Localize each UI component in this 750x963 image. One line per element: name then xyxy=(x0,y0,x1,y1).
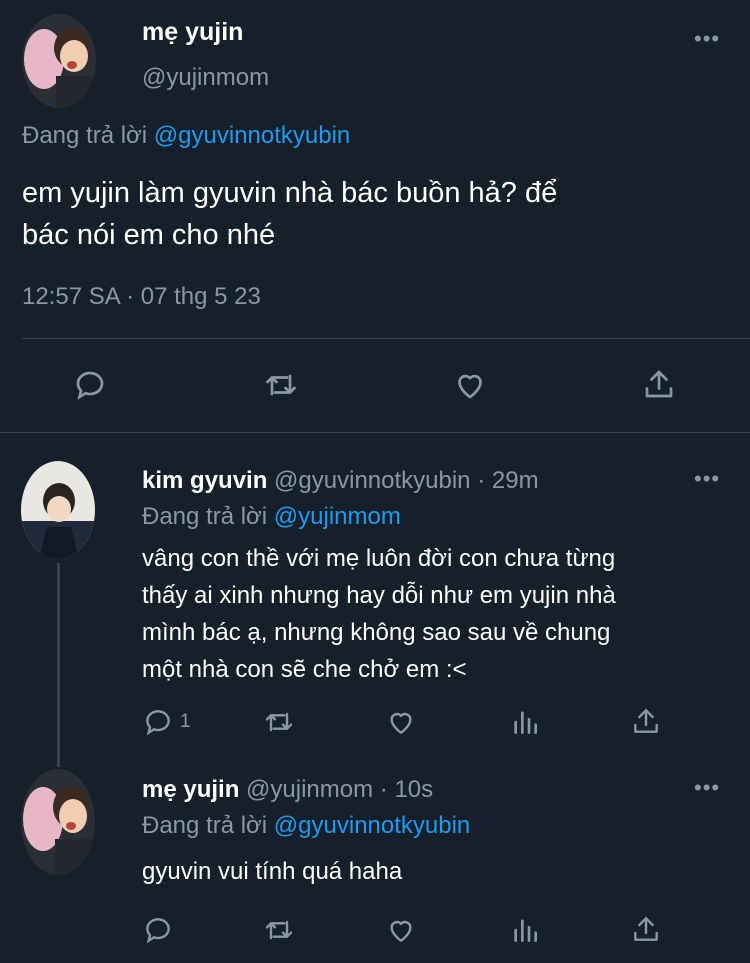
retweet-icon[interactable] xyxy=(262,914,296,946)
reply1-text-line: mình bác ạ, nhưng không sao sau về chung xyxy=(142,619,611,646)
reply2-text-line: gyuvin vui tính quá haha xyxy=(142,858,403,885)
divider xyxy=(22,338,750,339)
reply1-text: vâng con thề với mẹ luôn đời con chưa từ… xyxy=(142,540,616,688)
reply2-header: mẹ yujin @yujinmom · 10s xyxy=(142,776,433,804)
reply1-text-line: thấy ai xinh nhưng hay dỗi như em yujin … xyxy=(142,582,616,609)
more-icon[interactable]: ••• xyxy=(694,468,720,490)
retweet-icon[interactable] xyxy=(262,367,300,403)
analytics-icon[interactable] xyxy=(509,706,541,738)
more-icon[interactable]: ••• xyxy=(694,28,720,50)
main-text-line: bác nói em cho nhé xyxy=(22,219,276,251)
replying-to-link[interactable]: @yujinmom xyxy=(274,503,401,530)
share-icon[interactable] xyxy=(630,912,662,946)
reply1-separator: · xyxy=(477,467,486,494)
reply-icon[interactable] xyxy=(142,706,174,738)
date-text[interactable]: 07 thg 5 23 xyxy=(141,283,261,310)
reply2-text: gyuvin vui tính quá haha xyxy=(142,856,402,888)
divider xyxy=(0,432,750,433)
reply2-age[interactable]: 10s xyxy=(394,776,433,803)
avatar-gyuvin[interactable] xyxy=(21,461,95,559)
more-icon[interactable]: ••• xyxy=(694,777,720,799)
main-tweet-text: em yujin làm gyuvin nhà bác buồn hả? để … xyxy=(22,172,557,256)
time-text[interactable]: 12:57 SA xyxy=(22,283,119,310)
reply1-display-name[interactable]: kim gyuvin xyxy=(142,467,267,494)
reply1-text-line: một nhà con sẽ che chở em :< xyxy=(142,656,467,683)
like-icon[interactable] xyxy=(385,706,417,738)
reply1-replying-to: Đang trả lời @yujinmom xyxy=(142,503,401,531)
reply2-display-name[interactable]: mẹ yujin xyxy=(142,776,239,803)
share-icon[interactable] xyxy=(641,365,677,403)
replying-prefix: Đang trả lời xyxy=(142,503,268,530)
replying-prefix: Đang trả lời xyxy=(142,812,268,839)
main-handle[interactable]: @yujinmom xyxy=(142,64,269,92)
reply2-separator: · xyxy=(379,776,388,803)
time-separator: · xyxy=(126,283,135,310)
reply1-text-line: vâng con thề với mẹ luôn đời con chưa từ… xyxy=(142,545,616,572)
replying-to-link[interactable]: @gyuvinnotkyubin xyxy=(154,122,350,149)
like-icon[interactable] xyxy=(385,914,417,946)
replying-to-link[interactable]: @gyuvinnotkyubin xyxy=(274,812,470,839)
avatar-yujinmom[interactable] xyxy=(22,14,96,108)
reply2-handle[interactable]: @yujinmom xyxy=(246,776,373,803)
reply-icon[interactable] xyxy=(72,367,108,403)
like-icon[interactable] xyxy=(452,367,488,403)
main-text-line: em yujin làm gyuvin nhà bác buồn hả? để xyxy=(22,177,558,209)
retweet-icon[interactable] xyxy=(262,706,296,738)
reply2-replying-to: Đang trả lời @gyuvinnotkyubin xyxy=(142,812,470,840)
main-display-name[interactable]: mẹ yujin xyxy=(142,18,243,47)
timestamp: 12:57 SA · 07 thg 5 23 xyxy=(22,283,261,311)
analytics-icon[interactable] xyxy=(509,914,541,946)
reply1-age[interactable]: 29m xyxy=(492,467,539,494)
share-icon[interactable] xyxy=(630,704,662,738)
reply1-header: kim gyuvin @gyuvinnotkyubin · 29m xyxy=(142,467,539,495)
replying-prefix: Đang trả lời xyxy=(22,122,148,149)
reply1-handle[interactable]: @gyuvinnotkyubin xyxy=(274,467,470,494)
reply-count: 1 xyxy=(180,711,191,732)
avatar-yujinmom[interactable] xyxy=(21,769,95,875)
reply-icon[interactable] xyxy=(142,914,174,946)
thread-line xyxy=(57,563,60,767)
replying-to-line: Đang trả lời @gyuvinnotkyubin xyxy=(22,122,350,150)
